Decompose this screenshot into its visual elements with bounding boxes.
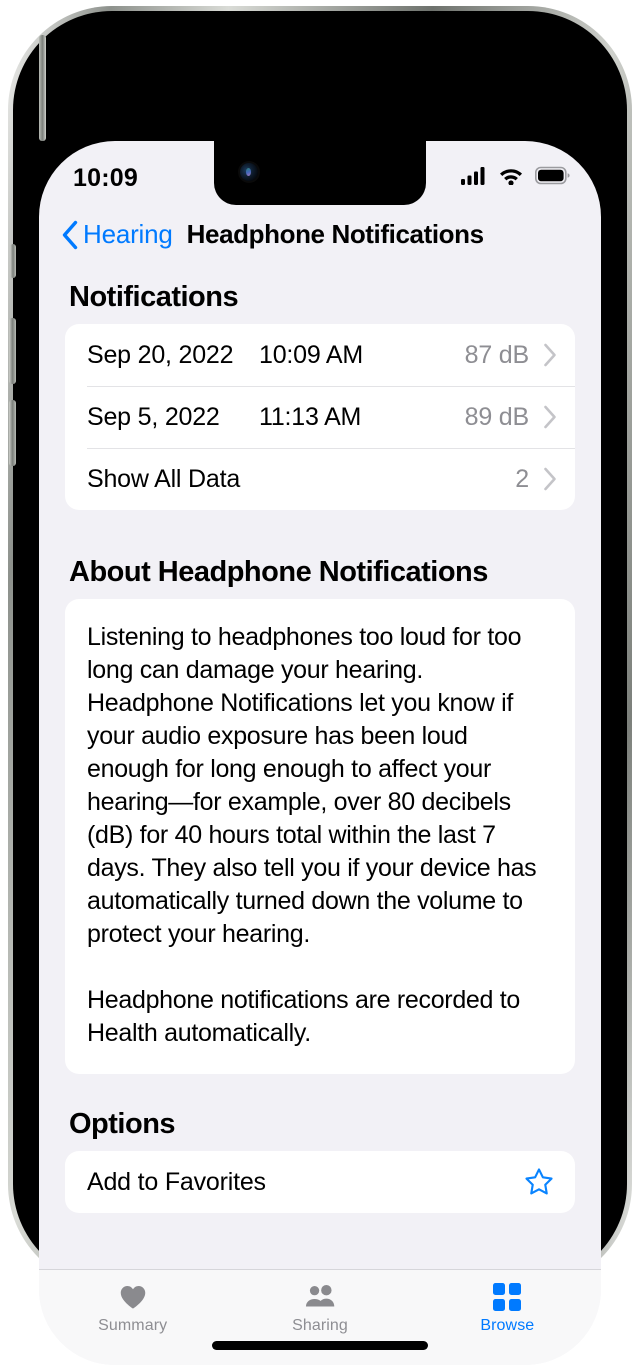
cellular-signal-icon <box>461 166 487 190</box>
about-paragraph-2: Headphone notifications are recorded to … <box>87 986 521 1047</box>
notification-level: 89 dB <box>464 402 530 431</box>
show-all-data-label: Show All Data <box>87 464 241 493</box>
wifi-icon <box>498 166 524 190</box>
two-people-icon <box>303 1282 337 1312</box>
table-row[interactable]: Sep 5, 2022 11:13 AM 89 dB <box>65 386 575 448</box>
tab-sharing[interactable]: Sharing <box>226 1282 413 1335</box>
power-button[interactable] <box>39 35 46 141</box>
display-notch <box>214 141 426 205</box>
notification-level: 87 dB <box>464 340 530 369</box>
status-time: 10:09 <box>73 163 138 192</box>
home-indicator[interactable] <box>212 1341 428 1350</box>
tab-summary[interactable]: Summary <box>39 1282 226 1335</box>
navigation-bar: Hearing Headphone Notifications <box>39 205 601 260</box>
tab-label: Browse <box>480 1317 535 1334</box>
add-to-favorites-row[interactable]: Add to Favorites <box>65 1151 575 1213</box>
chevron-right-icon <box>543 343 557 367</box>
about-paragraph-1: Listening to headphones too loud for too… <box>87 623 537 948</box>
tab-label: Sharing <box>292 1317 348 1334</box>
phone-bezel: 10:09 Hearing Headphone Notifications No… <box>9 11 627 1365</box>
phone-screen: 10:09 Hearing Headphone Notifications No… <box>39 141 601 1365</box>
options-section-header: Options <box>69 1108 176 1140</box>
add-to-favorites-label: Add to Favorites <box>87 1167 266 1196</box>
phone-frame: 10:09 Hearing Headphone Notifications No… <box>8 6 632 1365</box>
notifications-card: Sep 20, 2022 10:09 AM 87 dB Sep 5, 2022 … <box>65 324 575 510</box>
tab-bar: Summary Sharing Browse <box>39 1269 601 1365</box>
tab-browse[interactable]: Browse <box>414 1282 601 1335</box>
show-all-data-count: 2 <box>515 464 529 493</box>
notification-time: 11:13 AM <box>259 402 362 431</box>
about-section-header: About Headphone Notifications <box>69 556 488 588</box>
notifications-section-header: Notifications <box>69 281 239 313</box>
chevron-right-icon <box>543 467 557 491</box>
star-outline-icon[interactable] <box>523 1166 555 1198</box>
show-all-data-row[interactable]: Show All Data 2 <box>65 448 575 510</box>
grid-squares-icon <box>493 1282 522 1312</box>
camera-lens-glint <box>246 168 251 176</box>
battery-full-icon <box>535 166 571 190</box>
volume-down-button[interactable] <box>9 400 16 466</box>
chevron-left-icon <box>61 220 79 250</box>
back-button-label: Hearing <box>83 219 173 249</box>
options-card: Add to Favorites <box>65 1151 575 1213</box>
mute-switch[interactable] <box>10 244 16 278</box>
table-row[interactable]: Sep 20, 2022 10:09 AM 87 dB <box>65 324 575 386</box>
notification-time: 10:09 AM <box>259 340 364 369</box>
tab-label: Summary <box>98 1317 168 1334</box>
settings-scroll-view[interactable]: Notifications Sep 20, 2022 10:09 AM 87 d… <box>39 263 601 1269</box>
page-title: Headphone Notifications <box>186 219 484 249</box>
notification-date: Sep 5, 2022 <box>87 402 220 431</box>
notification-date: Sep 20, 2022 <box>87 340 234 369</box>
volume-up-button[interactable] <box>9 318 16 384</box>
front-camera-icon <box>240 163 258 181</box>
about-card: Listening to headphones too loud for too… <box>65 599 575 1074</box>
chevron-right-icon <box>543 405 557 429</box>
heart-icon <box>118 1282 148 1312</box>
back-button[interactable]: Hearing <box>61 219 173 250</box>
status-icons <box>461 166 571 190</box>
